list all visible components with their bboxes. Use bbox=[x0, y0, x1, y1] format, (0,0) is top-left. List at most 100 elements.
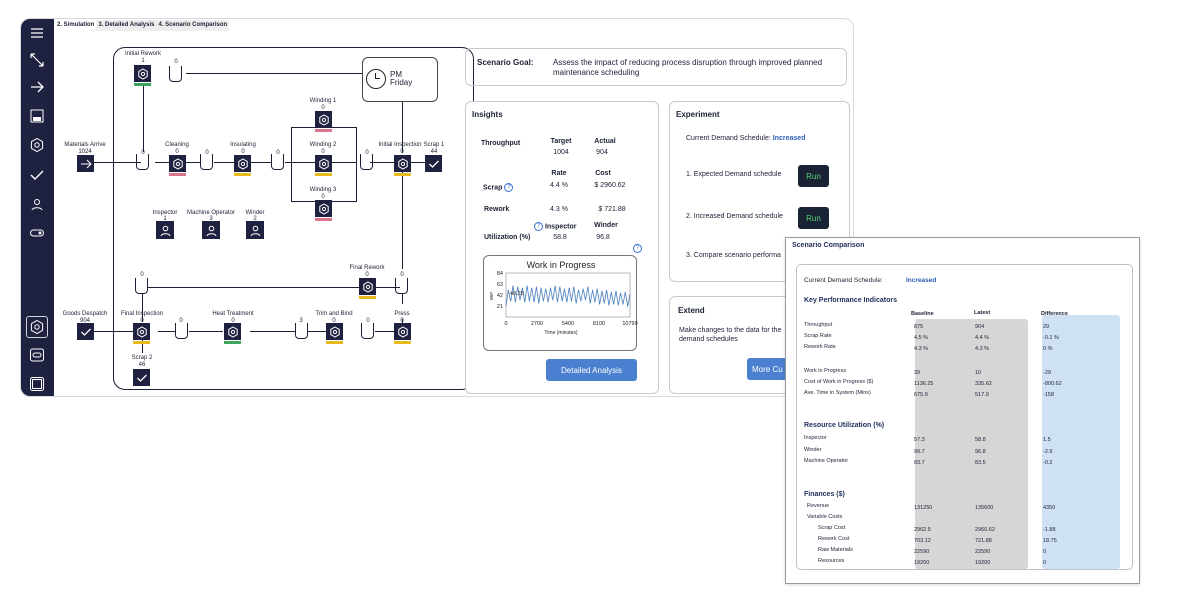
comparison-row-label: Variable Costs bbox=[807, 514, 843, 520]
latest-header: Latest bbox=[974, 310, 991, 316]
y-tick-label: 21 bbox=[497, 304, 503, 310]
scrap-label: Scrap ? bbox=[483, 183, 514, 192]
winding-2-label: Winding 2 bbox=[309, 142, 337, 148]
tab-simulation[interactable]: 2. Simulation bbox=[55, 20, 97, 31]
final-inspection-node[interactable] bbox=[133, 323, 150, 340]
person-icon[interactable] bbox=[27, 194, 47, 214]
increased-schedule-label: 2. Increased Demand schedule bbox=[686, 213, 783, 220]
check-icon[interactable] bbox=[133, 369, 150, 386]
tab-detailed-analysis[interactable]: 3. Detailed Analysis bbox=[96, 20, 157, 31]
mean-annotation: 40.28 bbox=[510, 291, 524, 297]
queue bbox=[200, 154, 213, 170]
comparison-cell: 4.4 % bbox=[975, 335, 990, 341]
comparison-cell: 19200 bbox=[975, 560, 991, 566]
arrow-right-icon[interactable] bbox=[77, 155, 94, 172]
gear-icon[interactable] bbox=[27, 135, 47, 155]
comparison-row-label: Cost of Work in Progress ($) bbox=[804, 379, 874, 385]
connector bbox=[291, 201, 315, 203]
comparison-cell: 4350 bbox=[1043, 505, 1056, 511]
heat-treatment-node[interactable] bbox=[224, 323, 241, 340]
comparison-cell: 135600 bbox=[975, 505, 994, 511]
toggle-icon[interactable] bbox=[27, 223, 47, 243]
comparison-row-label: Throughput bbox=[804, 322, 833, 328]
connector bbox=[214, 162, 234, 164]
status-bar bbox=[169, 173, 186, 176]
trim-and-bind-node[interactable] bbox=[326, 323, 343, 340]
run-increased-button[interactable]: Run bbox=[798, 207, 829, 229]
y-tick-label: 63 bbox=[497, 282, 503, 288]
utilization-label: Utilization (%) bbox=[484, 234, 531, 241]
comparison-cell: 39 bbox=[914, 370, 921, 376]
connector bbox=[251, 162, 271, 164]
expand-icon[interactable] bbox=[27, 50, 47, 70]
menu-icon[interactable] bbox=[27, 23, 47, 43]
settings-window-icon[interactable] bbox=[27, 345, 47, 365]
comparison-row-label: Rework Rate bbox=[804, 344, 836, 350]
comparison-row-label: Work in Progress bbox=[804, 368, 847, 374]
kpi-title: Key Performance Indicators bbox=[804, 297, 897, 304]
compare-scenario-label: 3. Compare scenario performa bbox=[686, 252, 781, 259]
y-axis-label: WIP bbox=[489, 292, 494, 301]
initial-rework-count: 1 bbox=[141, 58, 145, 64]
initial-rework-label: Initial Rework bbox=[124, 51, 162, 57]
tab-scenario-comparison[interactable]: 4. Scenario Comparison bbox=[156, 20, 230, 31]
clock-widget: PM Friday bbox=[362, 57, 438, 102]
help-icon[interactable]: ? bbox=[534, 222, 543, 231]
scrap-cost: $ 2960.62 bbox=[594, 182, 626, 189]
initial-inspection-label: Initial Inspection bbox=[378, 142, 422, 148]
comparison-cell: 0 bbox=[1043, 549, 1047, 555]
queue bbox=[360, 154, 373, 170]
person-icon[interactable] bbox=[202, 221, 220, 239]
help-icon[interactable]: ? bbox=[633, 244, 642, 253]
cleaning-node[interactable] bbox=[169, 155, 186, 172]
connector bbox=[158, 331, 175, 333]
comparison-row-label: Scrap Rate bbox=[804, 333, 832, 339]
person-icon[interactable] bbox=[246, 221, 264, 239]
extend-text-2: demand schedules bbox=[679, 336, 738, 343]
comparison-cell: -0.2 bbox=[1043, 460, 1053, 466]
initial-rework-node[interactable] bbox=[134, 65, 151, 82]
queue bbox=[135, 278, 148, 294]
connector bbox=[143, 86, 145, 152]
press-node[interactable] bbox=[394, 323, 411, 340]
comparison-cell: 675.9 bbox=[914, 392, 928, 398]
comparison-row-label: Raw Materials bbox=[818, 547, 853, 553]
winding-2-node[interactable] bbox=[315, 155, 332, 172]
tab-bar: 2. Simulation 3. Detailed Analysis 4. Sc… bbox=[55, 20, 230, 31]
scrap-1-label: Scrap 1 bbox=[423, 142, 445, 148]
resource-utilization-title: Resource Utilization (%) bbox=[804, 422, 885, 429]
arrow-right-icon[interactable] bbox=[27, 77, 47, 97]
comparison-cell: -158 bbox=[1043, 392, 1055, 398]
window-icon[interactable] bbox=[27, 374, 47, 394]
status-bar bbox=[315, 173, 332, 176]
save-icon[interactable] bbox=[27, 106, 47, 126]
status-bar bbox=[315, 218, 332, 221]
x-tick-label: 8100 bbox=[593, 321, 605, 327]
rework-rate: 4.3 % bbox=[550, 206, 568, 213]
y-tick-label: 42 bbox=[497, 293, 503, 299]
run-expected-button[interactable]: Run bbox=[798, 165, 829, 187]
detailed-analysis-button[interactable]: Detailed Analysis bbox=[546, 359, 637, 381]
winding-3-label: Winding 3 bbox=[309, 187, 337, 193]
connector bbox=[375, 331, 395, 333]
connector bbox=[291, 127, 315, 129]
final-rework-node[interactable] bbox=[359, 278, 376, 295]
difference-header: Difference bbox=[1041, 311, 1068, 317]
winding-1-node[interactable] bbox=[315, 111, 332, 128]
comparison-cell: 721.88 bbox=[975, 538, 992, 544]
x-axis-label: Time (minutes) bbox=[544, 330, 577, 336]
insulating-node[interactable] bbox=[234, 155, 251, 172]
initial-inspection-node[interactable] bbox=[394, 155, 411, 172]
help-icon[interactable]: ? bbox=[504, 183, 514, 192]
check-icon[interactable] bbox=[425, 155, 442, 172]
winding-3-node[interactable] bbox=[315, 200, 332, 217]
person-icon[interactable] bbox=[156, 221, 174, 239]
comparison-cell: 703.12 bbox=[914, 538, 931, 544]
gear-icon[interactable] bbox=[26, 316, 48, 338]
finances-title: Finances ($) bbox=[804, 491, 845, 498]
check-icon[interactable] bbox=[27, 165, 47, 185]
comparison-cell: 22590 bbox=[975, 549, 991, 555]
winding-1-label: Winding 1 bbox=[309, 98, 337, 104]
comparison-cell: 335.62 bbox=[975, 381, 992, 387]
check-icon[interactable] bbox=[77, 323, 94, 340]
